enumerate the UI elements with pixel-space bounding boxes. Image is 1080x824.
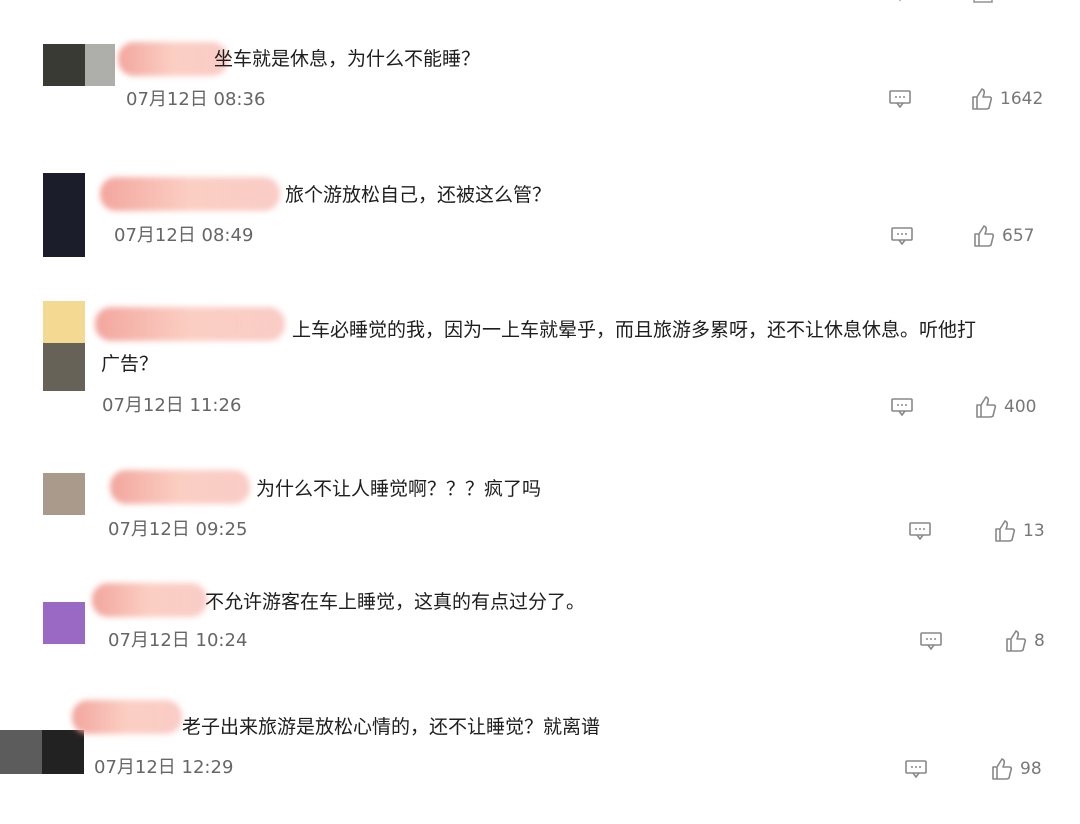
comment-text-line-2: 广告？	[101, 353, 159, 375]
like-count: 8	[1034, 631, 1045, 651]
comment-item: 老子出来旅游是放松心情的，还不让睡觉？就离谱 07月12日 12:29 98	[0, 690, 1080, 800]
comment-text: 旅个游放松自己，还被这么管？	[285, 184, 552, 206]
username-blurred[interactable]	[118, 42, 228, 76]
reply-comment-icon[interactable]	[920, 632, 942, 650]
username-blurred[interactable]	[72, 700, 182, 734]
comment-text: 老子出来旅游是放松心情的，还不让睡觉？就离谱	[182, 716, 601, 738]
comment-text: 为什么不让人睡觉啊？？？疯了吗	[256, 478, 542, 500]
comment-item: 为什么不让人睡觉啊？？？疯了吗 07月12日 09:25 13	[0, 455, 1080, 555]
like-count: 400	[1004, 397, 1037, 417]
reply-comment-icon[interactable]	[905, 760, 927, 778]
comment-item: 不允许游客在车上睡觉，这真的有点过分了。 07月12日 10:24 8	[0, 565, 1080, 670]
thumbs-up-icon	[972, 88, 993, 110]
comment-item: 坐车就是休息，为什么不能睡？ 07月12日 08:36 1642	[0, 30, 1080, 140]
like-icon-partial[interactable]	[972, 0, 994, 4]
comment-timestamp: 07月12日 09:25	[108, 519, 248, 540]
avatar[interactable]	[43, 173, 87, 257]
comment-timestamp: 07月12日 11:26	[102, 395, 242, 416]
comment-timestamp: 07月12日 12:29	[94, 757, 234, 778]
reply-icon-partial[interactable]	[889, 0, 911, 4]
like-button[interactable]: 8	[1004, 629, 1045, 653]
comment-text-line-1: 上车必睡觉的我，因为一上车就晕乎，而且旅游多累呀，还不让休息休息。听他打	[292, 319, 977, 341]
thumbs-up-icon	[974, 225, 995, 247]
like-button[interactable]: 13	[993, 519, 1045, 543]
comment-text: 不允许游客在车上睡觉，这真的有点过分了。	[205, 591, 586, 613]
like-count: 13	[1023, 521, 1045, 541]
avatar[interactable]	[0, 730, 84, 774]
avatar[interactable]	[43, 301, 87, 391]
like-button[interactable]: 98	[990, 757, 1042, 781]
comment-timestamp: 07月12日 08:36	[126, 89, 266, 110]
thumbs-up-icon	[1006, 630, 1027, 652]
comment-timestamp: 07月12日 10:24	[108, 630, 248, 651]
like-button[interactable]: 657	[972, 224, 1034, 248]
avatar[interactable]	[43, 44, 115, 88]
comment-timestamp: 07月12日 08:49	[114, 225, 254, 246]
reply-comment-icon[interactable]	[891, 227, 913, 245]
reply-comment-icon[interactable]	[891, 398, 913, 416]
username-blurred[interactable]	[95, 307, 285, 341]
like-button[interactable]: 400	[974, 395, 1036, 419]
avatar[interactable]	[43, 602, 87, 646]
thumbs-up-icon	[992, 758, 1013, 780]
comment-item: 上车必睡觉的我，因为一上车就晕乎，而且旅游多累呀，还不让休息休息。听他打 广告？…	[0, 295, 1080, 435]
username-blurred[interactable]	[92, 583, 207, 617]
username-blurred[interactable]	[110, 470, 250, 504]
comment-text: 坐车就是休息，为什么不能睡？	[214, 48, 481, 70]
reply-comment-icon[interactable]	[889, 90, 911, 108]
avatar[interactable]	[43, 473, 87, 517]
like-button[interactable]: 1642	[970, 87, 1043, 111]
thumbs-up-icon	[995, 520, 1016, 542]
like-count: 1642	[1000, 89, 1044, 109]
like-count: 657	[1002, 226, 1035, 246]
comment-item: 旅个游放松自己，还被这么管？ 07月12日 08:49 657	[0, 165, 1080, 275]
username-blurred[interactable]	[100, 177, 280, 211]
like-count: 98	[1020, 759, 1042, 779]
thumbs-up-icon	[976, 396, 997, 418]
reply-comment-icon[interactable]	[909, 522, 931, 540]
